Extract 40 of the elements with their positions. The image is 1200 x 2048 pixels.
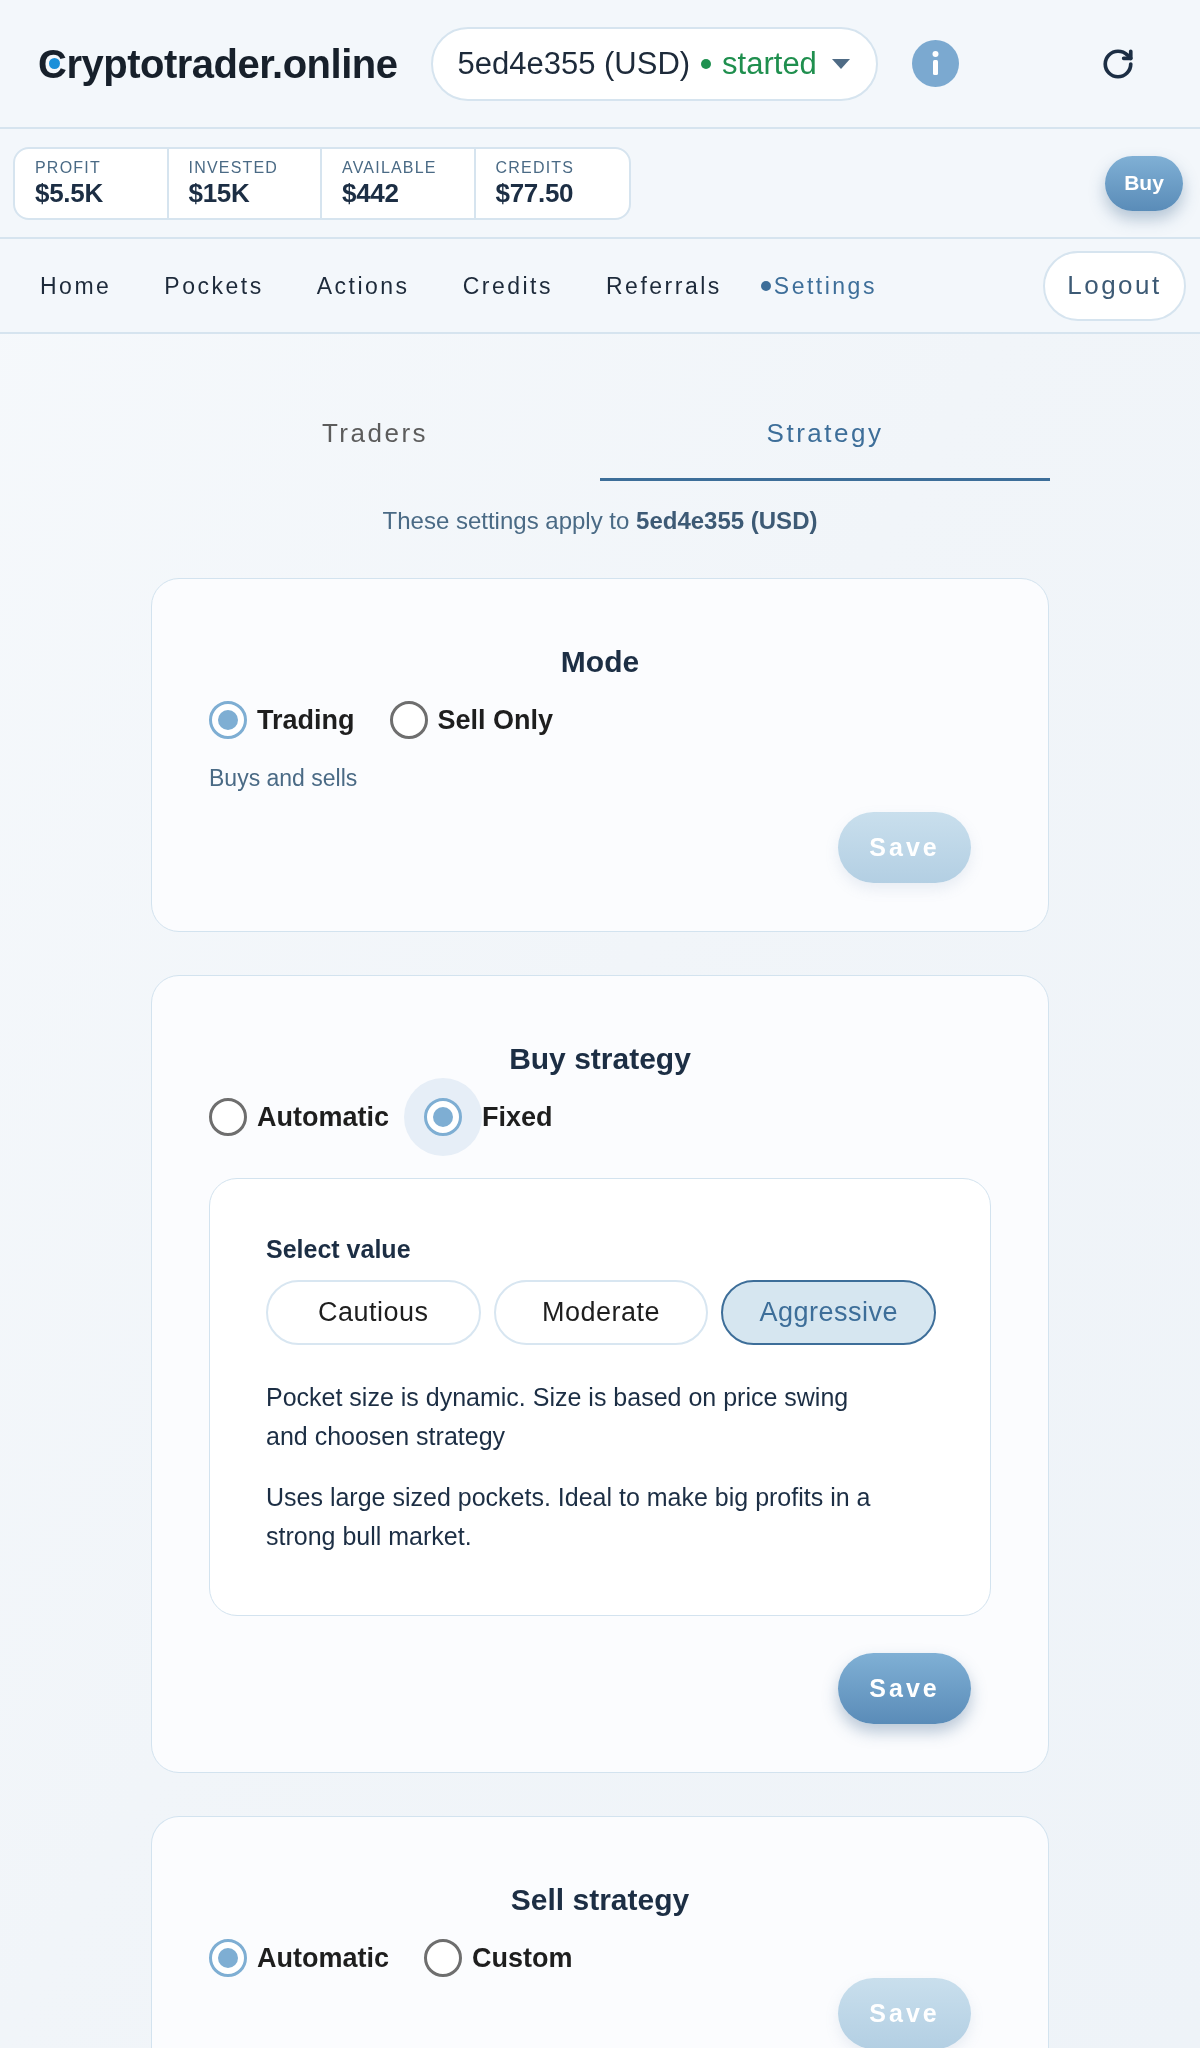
card-title: Buy strategy bbox=[509, 1041, 691, 1077]
nav-link[interactable]: Pockets bbox=[164, 270, 264, 301]
card-title: Sell strategy bbox=[510, 1882, 690, 1918]
trader-name: 5ed4e355 (USD) bbox=[457, 45, 691, 82]
logo-text[interactable]: Cryptotrader.online bbox=[38, 41, 398, 86]
stat-value: $5.5K bbox=[35, 178, 103, 208]
tab[interactable]: Traders bbox=[150, 400, 600, 481]
stat-value: $442 bbox=[342, 178, 399, 208]
stat-label: AVAILABLE bbox=[342, 158, 437, 178]
panel-title: Select value bbox=[266, 1234, 411, 1264]
nav-link[interactable]: Home bbox=[40, 270, 112, 301]
logout-button[interactable]: Logout bbox=[1043, 250, 1186, 321]
nav-link[interactable]: Settings bbox=[760, 270, 877, 301]
stat-value: $15K bbox=[188, 178, 250, 208]
stat-value: $77.50 bbox=[495, 178, 574, 208]
nav-link[interactable]: Credits bbox=[462, 270, 553, 301]
radio-option[interactable]: Automatic bbox=[209, 1939, 389, 1977]
trader-status: started bbox=[722, 45, 817, 82]
settings-note: These settings apply to 5ed4e355 (USD) bbox=[382, 506, 818, 536]
card-title: Mode bbox=[560, 644, 640, 680]
strategy-description: Pocket size is dynamic. Size is based on price swing and choosen strategy bbox=[266, 1382, 850, 1452]
trader-selector[interactable]: 5ed4e355 (USD) started bbox=[431, 26, 878, 101]
strategy-option-button[interactable]: Cautious bbox=[266, 1280, 481, 1345]
strategy-description: Uses large sized pockets. Ideal to make big profits in a strong bull market. bbox=[266, 1482, 872, 1552]
mode-description: Buys and sells bbox=[209, 764, 358, 793]
radio-option[interactable]: Sell Only bbox=[389, 701, 554, 739]
radio-option[interactable]: Trading bbox=[209, 701, 355, 739]
radio-option[interactable]: Custom bbox=[424, 1939, 573, 1977]
tab[interactable]: Strategy bbox=[600, 400, 1050, 481]
stat-label: INVESTED bbox=[188, 158, 279, 178]
refresh-icon[interactable] bbox=[1101, 46, 1135, 81]
radio-option[interactable]: Fixed bbox=[404, 1078, 553, 1156]
stat-label: PROFIT bbox=[35, 158, 101, 178]
strategy-option-button[interactable]: Moderate bbox=[493, 1280, 709, 1345]
stat-label: CREDITS bbox=[495, 158, 575, 178]
radio-option[interactable]: Automatic bbox=[209, 1098, 389, 1136]
nav-link[interactable]: Referrals bbox=[606, 270, 722, 301]
nav-link[interactable]: Actions bbox=[316, 270, 410, 301]
strategy-option-button[interactable]: Aggressive bbox=[721, 1280, 936, 1345]
caret-icon bbox=[831, 58, 850, 69]
